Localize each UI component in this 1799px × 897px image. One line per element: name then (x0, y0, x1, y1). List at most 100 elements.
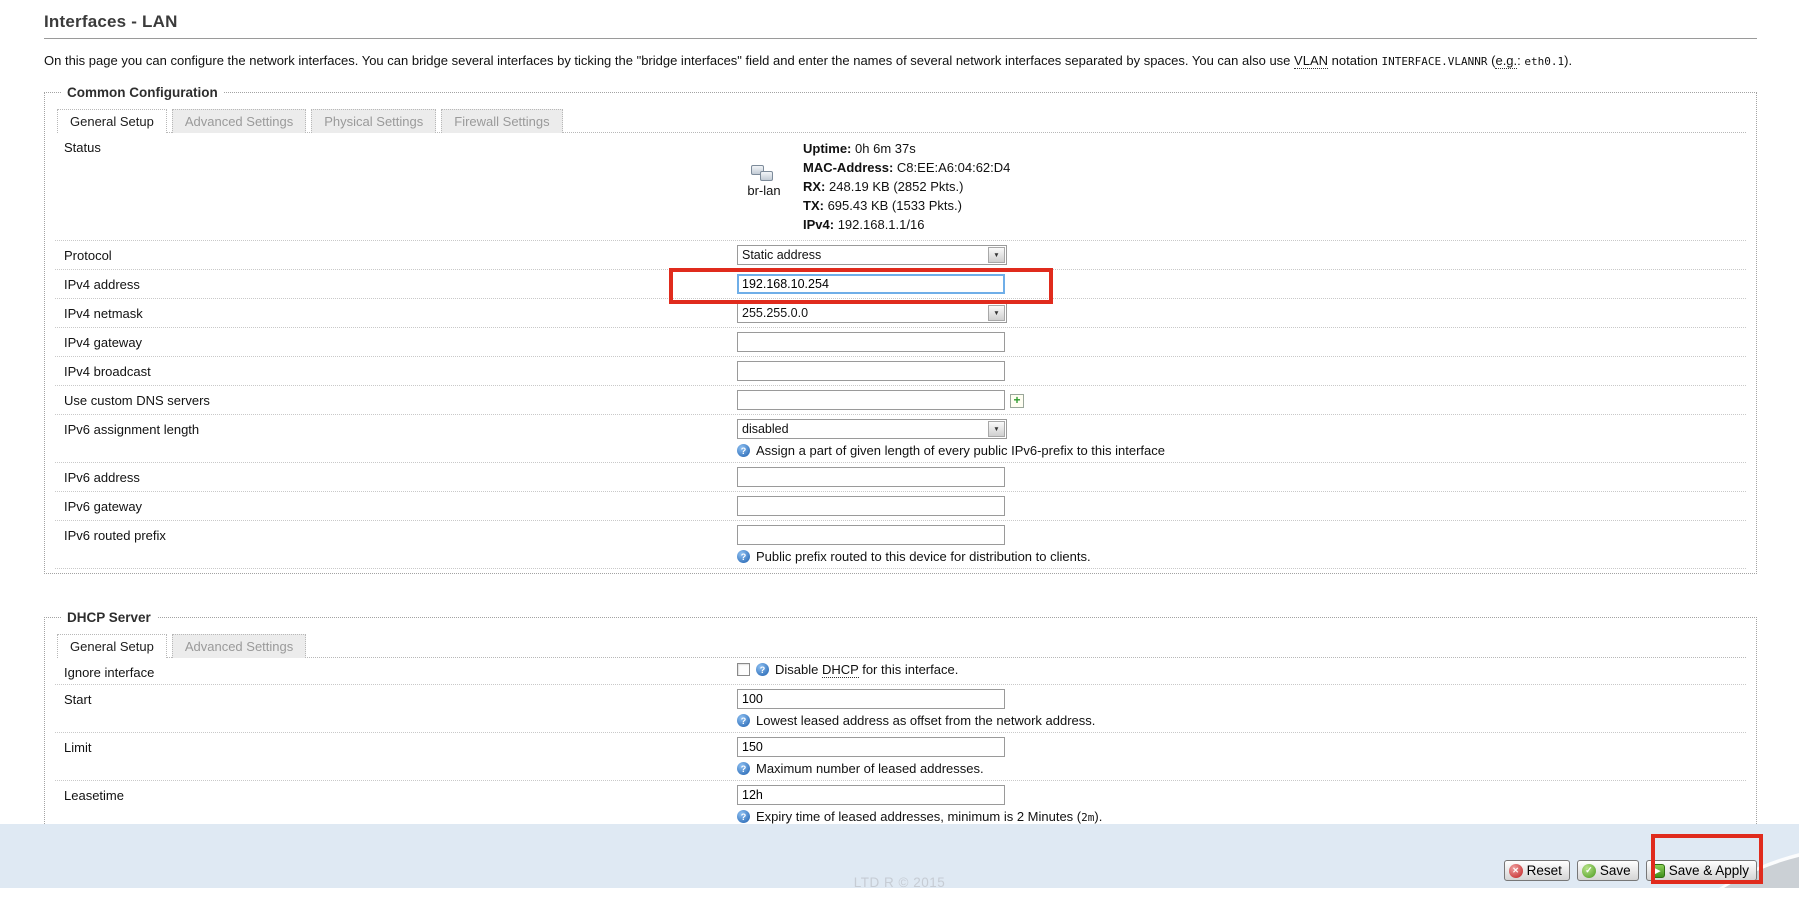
field-label: Limit (55, 737, 737, 755)
tab-firewall-settings: Firewall Settings (441, 109, 562, 133)
description-text: ). (1564, 53, 1572, 68)
field-help: ? Assign a part of given length of every… (737, 443, 1746, 458)
select-value: disabled (742, 422, 789, 436)
tab-dhcp-advanced-settings: Advanced Settings (172, 634, 306, 658)
device-name: br-lan (747, 183, 780, 198)
field-help: ? Lowest leased address as offset from t… (737, 713, 1746, 728)
interface-icon (751, 165, 777, 182)
help-text: Disable DHCP for this interface. (775, 662, 958, 677)
row-custom-dns: Use custom DNS servers + (55, 386, 1746, 415)
save-button[interactable]: ✓Save (1577, 860, 1639, 881)
field-label: Leasetime (55, 785, 737, 803)
ipv4-netmask-select[interactable]: 255.255.0.0 ▼ (737, 303, 1007, 323)
ipv4-broadcast-input[interactable] (737, 361, 1005, 381)
eth-example-code: eth0.1 (1524, 55, 1564, 68)
field-label: IPv4 address (55, 274, 737, 292)
field-label: Ignore interface (55, 662, 737, 680)
ignore-interface-checkbox[interactable] (737, 663, 750, 676)
help-text: Maximum number of leased addresses. (756, 761, 984, 776)
row-dhcp-start: Start ? Lowest leased address as offset … (55, 685, 1746, 733)
page-description: On this page you can configure the netwo… (44, 51, 1757, 71)
row-ipv6-assignment-length: IPv6 assignment length disabled ▼ ? Assi… (55, 415, 1746, 463)
ipv4-address-input[interactable] (737, 274, 1005, 294)
save-apply-button[interactable]: ▶Save & Apply (1646, 860, 1757, 881)
action-buttons: ✕Reset ✓Save ▶Save & Apply (1504, 860, 1757, 881)
tab-general-setup[interactable]: General Setup (57, 109, 167, 133)
help-text: Lowest leased address as offset from the… (756, 713, 1095, 728)
field-help: ? Maximum number of leased addresses. (737, 761, 1746, 776)
ipv4-gateway-input[interactable] (737, 332, 1005, 352)
reset-icon: ✕ (1509, 864, 1523, 878)
device-block: br-lan (737, 139, 791, 234)
field-help: ? Public prefix routed to this device fo… (737, 549, 1746, 564)
chevron-down-icon[interactable]: ▼ (988, 247, 1005, 263)
chevron-down-icon[interactable]: ▼ (988, 421, 1005, 437)
row-protocol: Protocol Static address ▼ (55, 241, 1746, 270)
field-label: Use custom DNS servers (55, 390, 737, 408)
page-title: Interfaces - LAN (44, 12, 1757, 32)
custom-dns-input[interactable] (737, 390, 1005, 410)
field-help: ? Expiry time of leased addresses, minim… (737, 809, 1746, 824)
add-icon[interactable]: + (1010, 394, 1024, 408)
tab-physical-settings: Physical Settings (311, 109, 436, 133)
row-dhcp-limit: Limit ? Maximum number of leased address… (55, 733, 1746, 781)
description-text: On this page you can configure the netwo… (44, 53, 1290, 68)
help-text: Public prefix routed to this device for … (756, 549, 1091, 564)
row-ignore-interface: Ignore interface ? Disable DHCP for this… (55, 658, 1746, 685)
common-configuration-legend: Common Configuration (61, 85, 224, 100)
field-label: Protocol (55, 245, 737, 263)
save-apply-icon: ▶ (1651, 864, 1665, 878)
common-configuration-section: Common Configuration General Setup Advan… (44, 85, 1757, 574)
field-label: IPv6 assignment length (55, 419, 737, 437)
help-icon: ? (737, 810, 750, 823)
help-text: Assign a part of given length of every p… (756, 443, 1165, 458)
protocol-select[interactable]: Static address ▼ (737, 245, 1007, 265)
chevron-down-icon[interactable]: ▼ (988, 305, 1005, 321)
row-ipv4-gateway: IPv4 gateway (55, 328, 1746, 357)
status-line-rx: RX: 248.19 KB (2852 Pkts.) (803, 177, 1010, 196)
status-line-ipv4: IPv4: 192.168.1.1/16 (803, 215, 1010, 234)
help-icon: ? (737, 762, 750, 775)
dhcp-server-legend: DHCP Server (61, 610, 157, 625)
help-icon: ? (737, 714, 750, 727)
ipv6-routed-prefix-input[interactable] (737, 525, 1005, 545)
field-label: IPv6 routed prefix (55, 525, 737, 543)
vlan-abbr: VLAN (1294, 53, 1328, 69)
dhcp-abbr: DHCP (822, 662, 859, 678)
field-label: IPv4 netmask (55, 303, 737, 321)
status-line-uptime: Uptime: 0h 6m 37s (803, 139, 1010, 158)
row-ipv4-address: IPv4 address (55, 270, 1746, 299)
title-divider (44, 38, 1757, 39)
help-icon: ? (756, 663, 769, 676)
row-dhcp-leasetime: Leasetime ? Expiry time of leased addres… (55, 781, 1746, 829)
description-text: notation (1332, 53, 1378, 68)
help-icon: ? (737, 550, 750, 563)
ipv6-address-input[interactable] (737, 467, 1005, 487)
row-ipv4-netmask: IPv4 netmask 255.255.0.0 ▼ (55, 299, 1746, 328)
select-value: 255.255.0.0 (742, 306, 808, 320)
interface-status: Uptime: 0h 6m 37s MAC-Address: C8:EE:A6:… (803, 139, 1010, 234)
dhcp-start-input[interactable] (737, 689, 1005, 709)
field-label: Start (55, 689, 737, 707)
eg-abbr: e.g. (1495, 53, 1517, 69)
ipv6-assignment-select[interactable]: disabled ▼ (737, 419, 1007, 439)
dhcp-limit-input[interactable] (737, 737, 1005, 757)
ipv6-gateway-input[interactable] (737, 496, 1005, 516)
common-config-tabs: General Setup Advanced Settings Physical… (57, 108, 1746, 133)
description-text: : (1517, 53, 1521, 68)
tab-dhcp-general-setup[interactable]: General Setup (57, 634, 167, 658)
row-ipv4-broadcast: IPv4 broadcast (55, 357, 1746, 386)
dhcp-tabs: General Setup Advanced Settings (57, 633, 1746, 658)
interface-notation-code: INTERFACE.VLANNR (1382, 55, 1488, 68)
row-ipv6-routed-prefix: IPv6 routed prefix ? Public prefix route… (55, 521, 1746, 569)
field-label: IPv4 broadcast (55, 361, 737, 379)
help-text: Expiry time of leased addresses, minimum… (756, 809, 1102, 824)
field-label: IPv6 address (55, 467, 737, 485)
status-row: Status br-lan Uptime: 0h 6m 37s MAC-Addr… (55, 133, 1746, 241)
status-line-mac: MAC-Address: C8:EE:A6:04:62:D4 (803, 158, 1010, 177)
page-content: Interfaces - LAN On this page you can co… (0, 0, 1799, 855)
dhcp-leasetime-input[interactable] (737, 785, 1005, 805)
tab-advanced-settings: Advanced Settings (172, 109, 306, 133)
field-label: IPv6 gateway (55, 496, 737, 514)
reset-button[interactable]: ✕Reset (1504, 860, 1570, 881)
